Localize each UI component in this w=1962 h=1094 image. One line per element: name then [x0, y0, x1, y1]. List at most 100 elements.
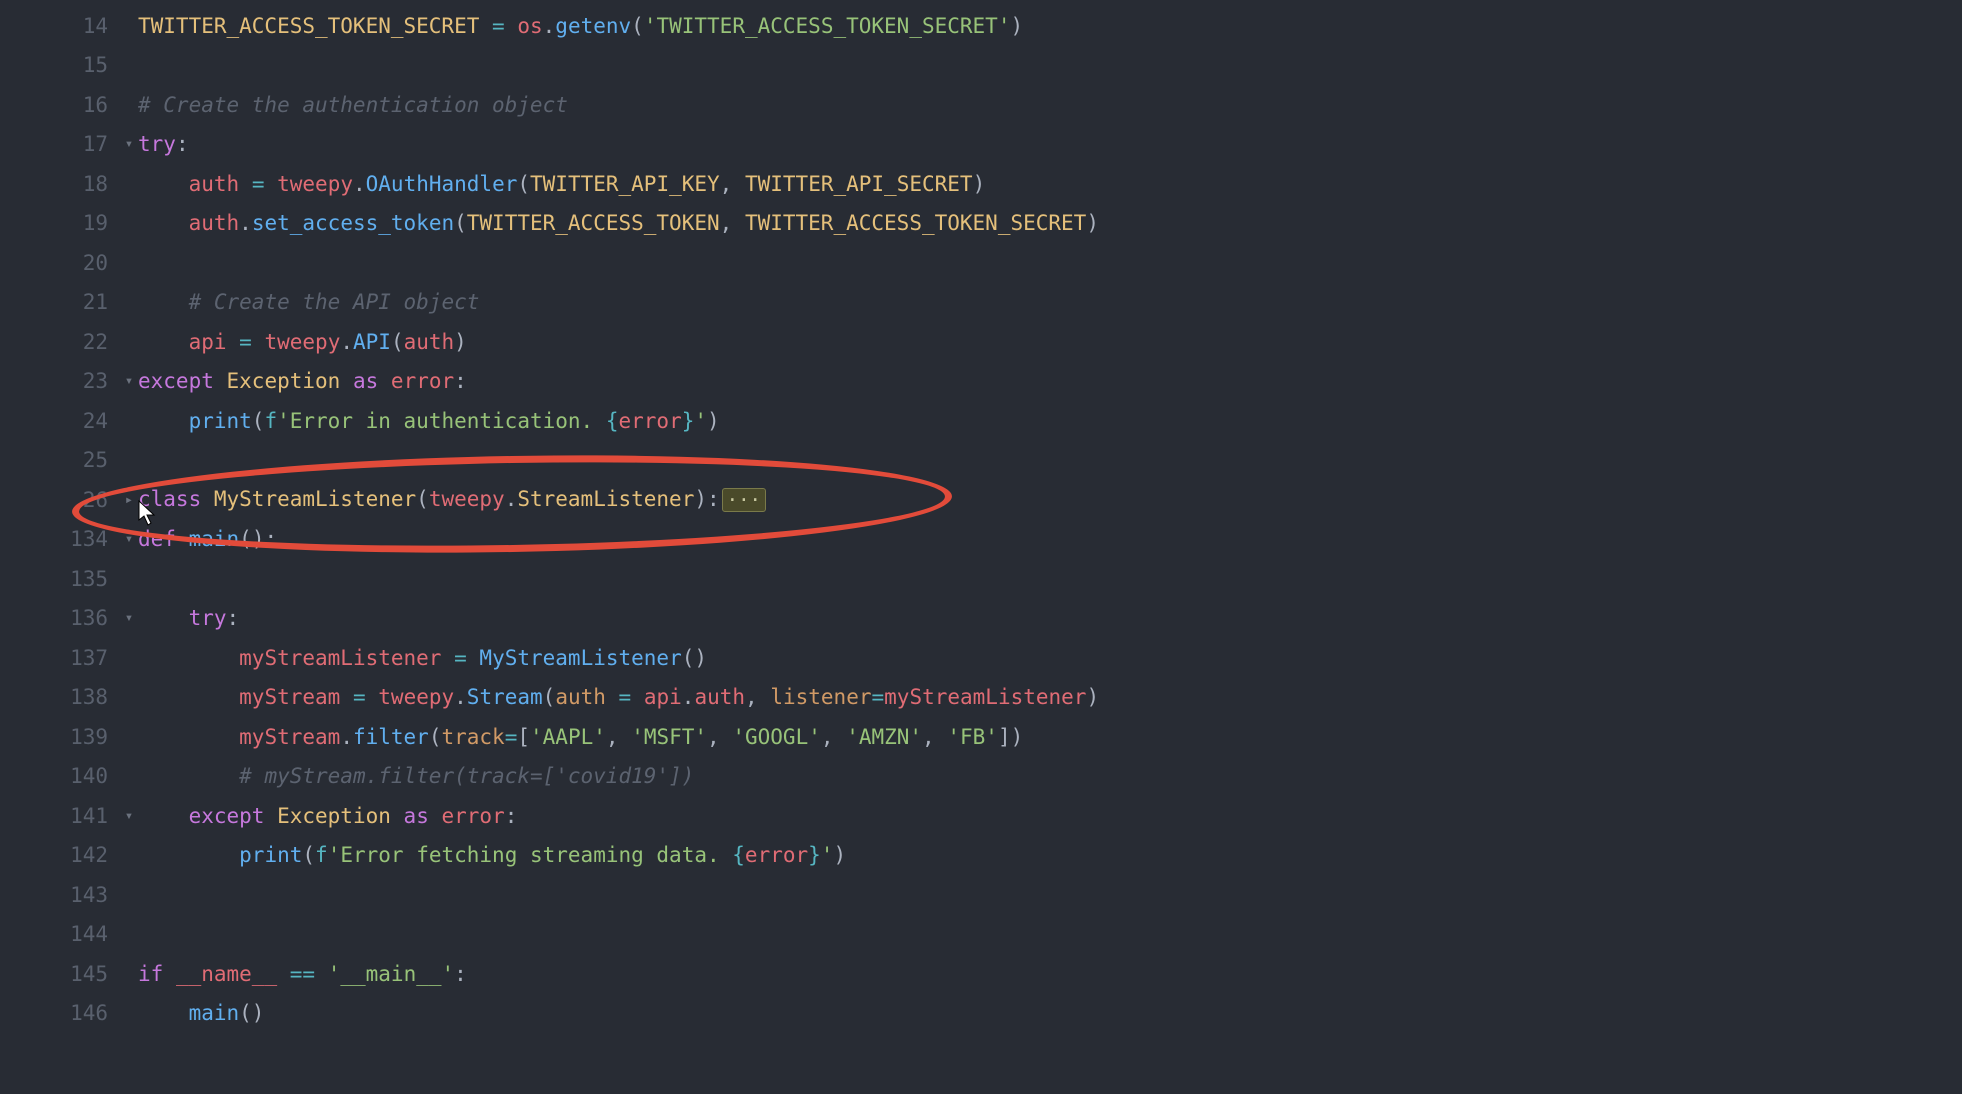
- fold-ellipsis[interactable]: ···: [722, 488, 766, 513]
- token: (: [302, 843, 315, 867]
- code-content[interactable]: # Create the API object: [138, 290, 1962, 314]
- code-line[interactable]: 144: [0, 915, 1962, 955]
- code-line[interactable]: 138 myStream = tweepy.Stream(auth = api.…: [0, 678, 1962, 718]
- code-content[interactable]: print(f'Error fetching streaming data. {…: [138, 843, 1962, 867]
- code-line[interactable]: 141▾ except Exception as error:: [0, 796, 1962, 836]
- code-line[interactable]: 22 api = tweepy.API(auth): [0, 322, 1962, 362]
- token: [340, 685, 353, 709]
- fold-toggle-open-icon[interactable]: ▾: [120, 532, 138, 546]
- token: [441, 646, 454, 670]
- token: myStream: [239, 725, 340, 749]
- token: .: [340, 330, 353, 354]
- fold-toggle-closed-icon[interactable]: ▸: [120, 493, 138, 507]
- code-content[interactable]: api = tweepy.API(auth): [138, 330, 1962, 354]
- code-line[interactable]: 24 print(f'Error in authentication. {err…: [0, 401, 1962, 441]
- code-content[interactable]: # myStream.filter(track=['covid19']): [138, 764, 1962, 788]
- code-content[interactable]: except Exception as error:: [138, 804, 1962, 828]
- token: tweepy: [429, 487, 505, 511]
- code-line[interactable]: 140 # myStream.filter(track=['covid19']): [0, 757, 1962, 797]
- token: # Create the API object: [189, 290, 480, 314]
- fold-toggle-open-icon[interactable]: ▾: [120, 611, 138, 625]
- token: :: [176, 132, 189, 156]
- code-line[interactable]: 21 # Create the API object: [0, 283, 1962, 323]
- code-line[interactable]: 142 print(f'Error fetching streaming dat…: [0, 836, 1962, 876]
- line-number: 135: [0, 567, 120, 591]
- code-content[interactable]: myStream = tweepy.Stream(auth = api.auth…: [138, 685, 1962, 709]
- code-content[interactable]: class MyStreamListener(tweepy.StreamList…: [138, 487, 1962, 512]
- code-line[interactable]: 139 myStream.filter(track=['AAPL', 'MSFT…: [0, 717, 1962, 757]
- line-number: 143: [0, 883, 120, 907]
- token: 'FB': [947, 725, 998, 749]
- line-number: 146: [0, 1001, 120, 1025]
- code-content[interactable]: print(f'Error in authentication. {error}…: [138, 409, 1962, 433]
- token: [: [517, 725, 530, 749]
- token: error: [745, 843, 808, 867]
- code-line[interactable]: 134▾def main():: [0, 520, 1962, 560]
- code-content[interactable]: try:: [138, 606, 1962, 630]
- code-line[interactable]: 145if __name__ == '__main__':: [0, 954, 1962, 994]
- code-content[interactable]: main(): [138, 1001, 1962, 1025]
- line-number: 140: [0, 764, 120, 788]
- token: .: [682, 685, 695, 709]
- code-content[interactable]: # Create the authentication object: [138, 93, 1962, 117]
- token: 'AMZN': [846, 725, 922, 749]
- code-content[interactable]: if __name__ == '__main__':: [138, 962, 1962, 986]
- token: Exception: [277, 804, 391, 828]
- token: f: [315, 843, 328, 867]
- token: ): [1010, 14, 1023, 38]
- code-line[interactable]: 135: [0, 559, 1962, 599]
- code-content[interactable]: auth.set_access_token(TWITTER_ACCESS_TOK…: [138, 211, 1962, 235]
- code-content[interactable]: def main():: [138, 527, 1962, 551]
- code-content[interactable]: auth = tweepy.OAuthHandler(TWITTER_API_K…: [138, 172, 1962, 196]
- code-line[interactable]: 20: [0, 243, 1962, 283]
- code-content[interactable]: myStreamListener = MyStreamListener(): [138, 646, 1962, 670]
- token: [479, 14, 492, 38]
- code-content[interactable]: myStream.filter(track=['AAPL', 'MSFT', '…: [138, 725, 1962, 749]
- token: ==: [290, 962, 315, 986]
- fold-toggle-open-icon[interactable]: ▾: [120, 137, 138, 151]
- token: [227, 330, 240, 354]
- token: [467, 646, 480, 670]
- line-number: 141: [0, 804, 120, 828]
- code-line[interactable]: 26▸class MyStreamListener(tweepy.StreamL…: [0, 480, 1962, 520]
- line-number: 137: [0, 646, 120, 670]
- line-number: 142: [0, 843, 120, 867]
- code-line[interactable]: 25: [0, 441, 1962, 481]
- code-line[interactable]: 136▾ try:: [0, 599, 1962, 639]
- line-number: 26: [0, 488, 120, 512]
- token: ): [454, 330, 467, 354]
- token: [264, 804, 277, 828]
- code-line[interactable]: 15: [0, 46, 1962, 86]
- token: auth: [404, 330, 455, 354]
- token: auth: [694, 685, 745, 709]
- token: [758, 685, 771, 709]
- token: auth: [189, 211, 240, 235]
- code-line[interactable]: 14TWITTER_ACCESS_TOKEN_SECRET = os.geten…: [0, 6, 1962, 46]
- token: MyStreamListener: [214, 487, 416, 511]
- code-line[interactable]: 23▾except Exception as error:: [0, 362, 1962, 402]
- token: [619, 725, 632, 749]
- code-line[interactable]: 146 main(): [0, 994, 1962, 1034]
- code-editor[interactable]: 14TWITTER_ACCESS_TOKEN_SECRET = os.geten…: [0, 0, 1962, 1094]
- code-line[interactable]: 137 myStreamListener = MyStreamListener(…: [0, 638, 1962, 678]
- code-line[interactable]: 19 auth.set_access_token(TWITTER_ACCESS_…: [0, 204, 1962, 244]
- code-content[interactable]: try:: [138, 132, 1962, 156]
- token: [429, 804, 442, 828]
- line-number: 134: [0, 527, 120, 551]
- code-line[interactable]: 18 auth = tweepy.OAuthHandler(TWITTER_AP…: [0, 164, 1962, 204]
- token: MyStreamListener: [479, 646, 681, 670]
- token: .: [454, 685, 467, 709]
- code-line[interactable]: 143: [0, 875, 1962, 915]
- code-line[interactable]: 17▾try:: [0, 125, 1962, 165]
- code-content[interactable]: except Exception as error:: [138, 369, 1962, 393]
- code-line[interactable]: 16# Create the authentication object: [0, 85, 1962, 125]
- fold-toggle-open-icon[interactable]: ▾: [120, 374, 138, 388]
- fold-toggle-open-icon[interactable]: ▾: [120, 809, 138, 823]
- token: main: [189, 527, 240, 551]
- token: os: [517, 14, 542, 38]
- token: ,: [821, 725, 834, 749]
- code-content[interactable]: TWITTER_ACCESS_TOKEN_SECRET = os.getenv(…: [138, 14, 1962, 38]
- token: set_access_token: [252, 211, 454, 235]
- token: :: [454, 962, 467, 986]
- token: (: [543, 685, 556, 709]
